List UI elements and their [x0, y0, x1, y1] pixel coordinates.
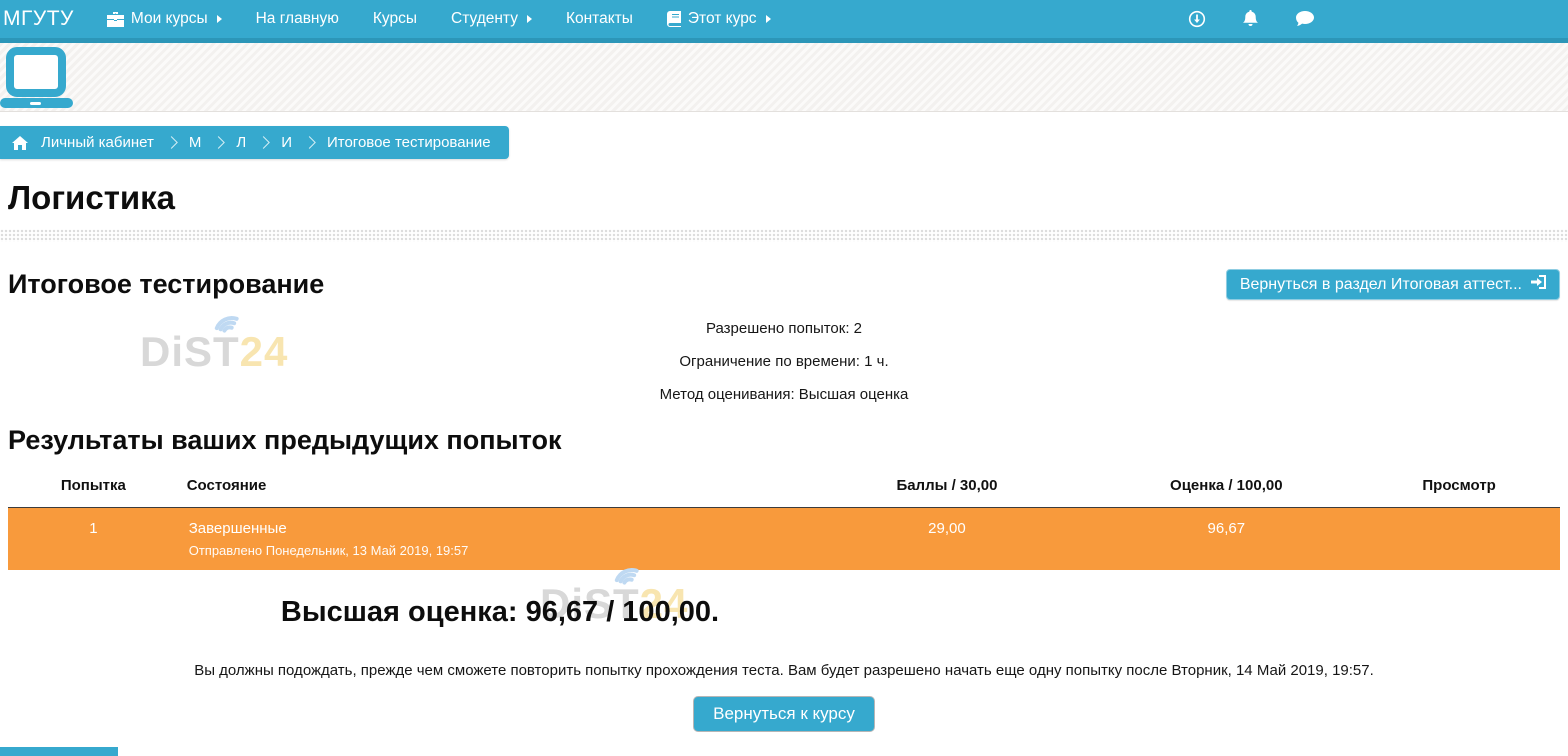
breadcrumb-item-l[interactable]: Л: [236, 134, 246, 151]
chat-icon[interactable]: [1295, 10, 1315, 28]
breadcrumb-item-dashboard[interactable]: Личный кабинет: [41, 134, 154, 151]
return-to-section-label: Вернуться в раздел Итоговая аттест...: [1240, 276, 1522, 294]
nav-item-label: Мои курсы: [131, 10, 208, 28]
breadcrumb: Личный кабинет М Л И Итоговое тестирован…: [0, 126, 509, 159]
time-limit-text: Ограничение по времени: 1 ч.: [0, 345, 1568, 378]
book-icon: [667, 11, 681, 27]
col-header-state: Состояние: [179, 466, 800, 508]
attempt-marks-cell: 29,00: [800, 508, 1095, 571]
breadcrumb-item-i[interactable]: И: [281, 134, 292, 151]
attempts-table: Попытка Состояние Баллы / 30,00 Оценка /…: [8, 466, 1560, 570]
nav-item-courses[interactable]: Курсы: [356, 0, 434, 38]
nav-item-label: Этот курс: [688, 10, 757, 28]
attempt-state: Завершенные: [189, 520, 792, 537]
navbar-right-icons: [1188, 10, 1315, 28]
nav-item-label: Контакты: [566, 10, 633, 28]
nav-item-this-course[interactable]: Этот курс: [650, 0, 788, 38]
back-button-row: Вернуться к курсу: [0, 696, 1568, 732]
attempt-state-cell: Завершенные Отправлено Понедельник, 13 М…: [179, 508, 800, 571]
chevron-right-icon: [303, 136, 316, 149]
back-to-course-button[interactable]: Вернуться к курсу: [693, 696, 875, 732]
results-heading: Результаты ваших предыдущих попыток: [8, 425, 1560, 456]
bell-icon[interactable]: [1242, 10, 1259, 28]
chevron-right-icon: [212, 136, 225, 149]
final-grade-text: Высшая оценка: 96,67 / 100,00.: [0, 596, 1000, 629]
laptop-icon[interactable]: [0, 45, 80, 114]
home-icon[interactable]: [12, 136, 28, 150]
page-title: Логистика: [8, 179, 1560, 217]
sign-in-icon: [1531, 275, 1546, 294]
caret-right-icon: [217, 15, 222, 23]
nav-item-student[interactable]: Студенту: [434, 0, 549, 38]
caret-right-icon: [527, 15, 532, 23]
header-banner: [0, 43, 1568, 112]
chevron-right-icon: [165, 136, 178, 149]
table-row[interactable]: 1 Завершенные Отправлено Понедельник, 13…: [8, 508, 1560, 571]
quiz-title: Итоговое тестирование: [8, 269, 324, 300]
col-header-grade: Оценка / 100,00: [1094, 466, 1358, 508]
wait-notice-text: Вы должны подождать, прежде чем сможете …: [0, 662, 1568, 679]
breadcrumb-item-m[interactable]: М: [189, 134, 202, 151]
attempts-allowed-text: Разрешено попыток: 2: [0, 312, 1568, 345]
col-header-attempt: Попытка: [8, 466, 179, 508]
caret-right-icon: [766, 15, 771, 23]
attempt-review-cell: [1358, 508, 1560, 571]
section-header-row: Итоговое тестирование Вернуться в раздел…: [0, 269, 1568, 300]
quiz-info-block: DiST24 Разрешено попыток: 2 Ограничение …: [0, 312, 1568, 411]
breadcrumb-item-current: Итоговое тестирование: [327, 134, 491, 151]
grading-method-text: Метод оценивания: Высшая оценка: [0, 378, 1568, 411]
nav-item-label: На главную: [256, 10, 339, 28]
dotted-divider: [0, 229, 1568, 242]
briefcase-icon: [107, 12, 124, 27]
nav-item-contacts[interactable]: Контакты: [549, 0, 650, 38]
top-navbar: МГУТУ Мои курсы На главную Курсы Студент…: [0, 0, 1568, 38]
footer-strip: [0, 747, 118, 756]
nav-item-label: Студенту: [451, 10, 518, 28]
final-grade-block: DiST24 Высшая оценка: 96,67 / 100,00.: [0, 596, 1000, 629]
col-header-review: Просмотр: [1358, 466, 1560, 508]
chevron-right-icon: [257, 136, 270, 149]
circle-arrow-down-icon[interactable]: [1188, 10, 1206, 28]
breadcrumb-row: Личный кабинет М Л И Итоговое тестирован…: [0, 126, 1568, 159]
attempts-table-header-row: Попытка Состояние Баллы / 30,00 Оценка /…: [8, 466, 1560, 508]
nav-item-label: Курсы: [373, 10, 417, 28]
attempt-number-cell: 1: [8, 508, 179, 571]
attempt-grade-cell: 96,67: [1094, 508, 1358, 571]
return-to-section-button[interactable]: Вернуться в раздел Итоговая аттест...: [1226, 269, 1560, 300]
attempt-submitted: Отправлено Понедельник, 13 Май 2019, 19:…: [189, 543, 792, 558]
logo-mgutu[interactable]: МГУТУ: [0, 7, 90, 31]
nav-item-my-courses[interactable]: Мои курсы: [90, 0, 239, 38]
col-header-marks: Баллы / 30,00: [800, 466, 1095, 508]
nav-item-home[interactable]: На главную: [239, 0, 356, 38]
